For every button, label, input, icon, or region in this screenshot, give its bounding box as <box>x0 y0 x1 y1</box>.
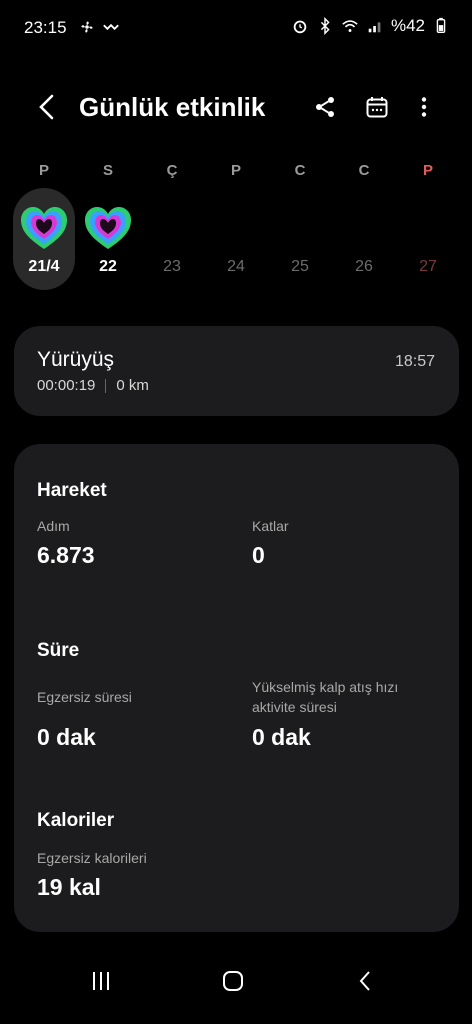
day-3[interactable]: P 24 <box>205 158 267 290</box>
tidal-icon <box>103 23 119 31</box>
share-icon <box>316 97 334 117</box>
day-number: 23 <box>163 258 181 275</box>
elevated-hr-label-line2: aktivite süresi <box>252 699 337 715</box>
day-number: 24 <box>227 258 245 275</box>
workout-duration: 00:00:19 <box>37 377 96 394</box>
more-options-button[interactable] <box>407 90 441 124</box>
wifi-icon <box>342 20 358 32</box>
home-button[interactable] <box>205 960 261 1002</box>
home-icon <box>223 971 243 991</box>
steps-value: 6.873 <box>37 542 95 568</box>
day-letter: P <box>422 162 433 179</box>
day-4[interactable]: C 25 <box>269 158 331 290</box>
workout-distance: 0 km <box>116 377 149 394</box>
page-title: Günlük etkinlik <box>79 92 266 122</box>
status-bar: 23:15 %42 <box>0 0 472 56</box>
exercise-calories-label: Egzersiz kalorileri <box>37 850 147 866</box>
activity-heart-icon <box>21 207 67 249</box>
battery-percent: %42 <box>390 16 425 35</box>
calendar-icon <box>366 97 388 118</box>
separator <box>105 378 107 393</box>
duration-title: Süre <box>37 640 80 661</box>
day-number: 25 <box>291 258 309 275</box>
day-number: 22 <box>99 258 117 275</box>
recents-icon <box>93 972 109 990</box>
back-arrow-icon <box>39 94 54 120</box>
workout-time: 18:57 <box>394 353 435 370</box>
day-1[interactable]: S 22 <box>77 158 139 290</box>
day-number: 26 <box>355 258 373 275</box>
back-button[interactable] <box>30 90 64 124</box>
movement-title: Hareket <box>37 480 107 501</box>
day-letter: S <box>102 162 113 179</box>
app-bar: Günlük etkinlik <box>0 78 472 138</box>
alarm-icon <box>293 20 307 34</box>
workout-card[interactable]: Yürüyüş 18:57 00:00:19 0 km <box>14 326 459 416</box>
floors-value: 0 <box>252 542 265 568</box>
exercise-calories-value: 19 kal <box>37 874 101 900</box>
system-navigation-bar <box>0 952 472 1024</box>
activity-heart-icon <box>85 207 131 249</box>
day-2[interactable]: Ç 23 <box>141 158 203 290</box>
recents-button[interactable] <box>73 960 129 1002</box>
day-5[interactable]: C 26 <box>333 158 395 290</box>
signal-icon <box>368 22 381 33</box>
back-nav-button[interactable] <box>338 960 394 1002</box>
day-0[interactable]: P 21/4 <box>13 158 75 290</box>
back-nav-icon <box>359 971 370 991</box>
exercise-duration-value: 0 dak <box>37 724 96 750</box>
share-button[interactable] <box>308 90 342 124</box>
day-letter: P <box>38 162 49 179</box>
floors-label: Katlar <box>252 518 289 534</box>
fan-icon <box>81 21 93 33</box>
steps-label: Adım <box>37 518 70 534</box>
elevated-hr-value: 0 dak <box>252 724 311 750</box>
bluetooth-icon <box>320 17 330 35</box>
exercise-duration-label: Egzersiz süresi <box>37 689 132 705</box>
day-letter: C <box>358 162 370 179</box>
day-6[interactable]: P 27 <box>397 158 459 290</box>
more-icon <box>421 97 427 117</box>
workout-title: Yürüyüş <box>37 348 115 371</box>
activity-stats-card: Hareket Adım 6.873 Katlar 0 Süre Egzersi… <box>14 444 459 932</box>
status-time: 23:15 <box>24 18 67 37</box>
day-number: 27 <box>419 258 437 275</box>
calendar-button[interactable] <box>360 90 394 124</box>
day-letter: Ç <box>166 162 178 179</box>
day-number: 21/4 <box>28 258 60 275</box>
day-letter: C <box>294 162 306 179</box>
battery-icon <box>436 17 446 33</box>
elevated-hr-label-line1: Yükselmiş kalp atış hızı <box>252 679 399 695</box>
calories-title: Kaloriler <box>37 810 115 831</box>
day-letter: P <box>230 162 241 179</box>
